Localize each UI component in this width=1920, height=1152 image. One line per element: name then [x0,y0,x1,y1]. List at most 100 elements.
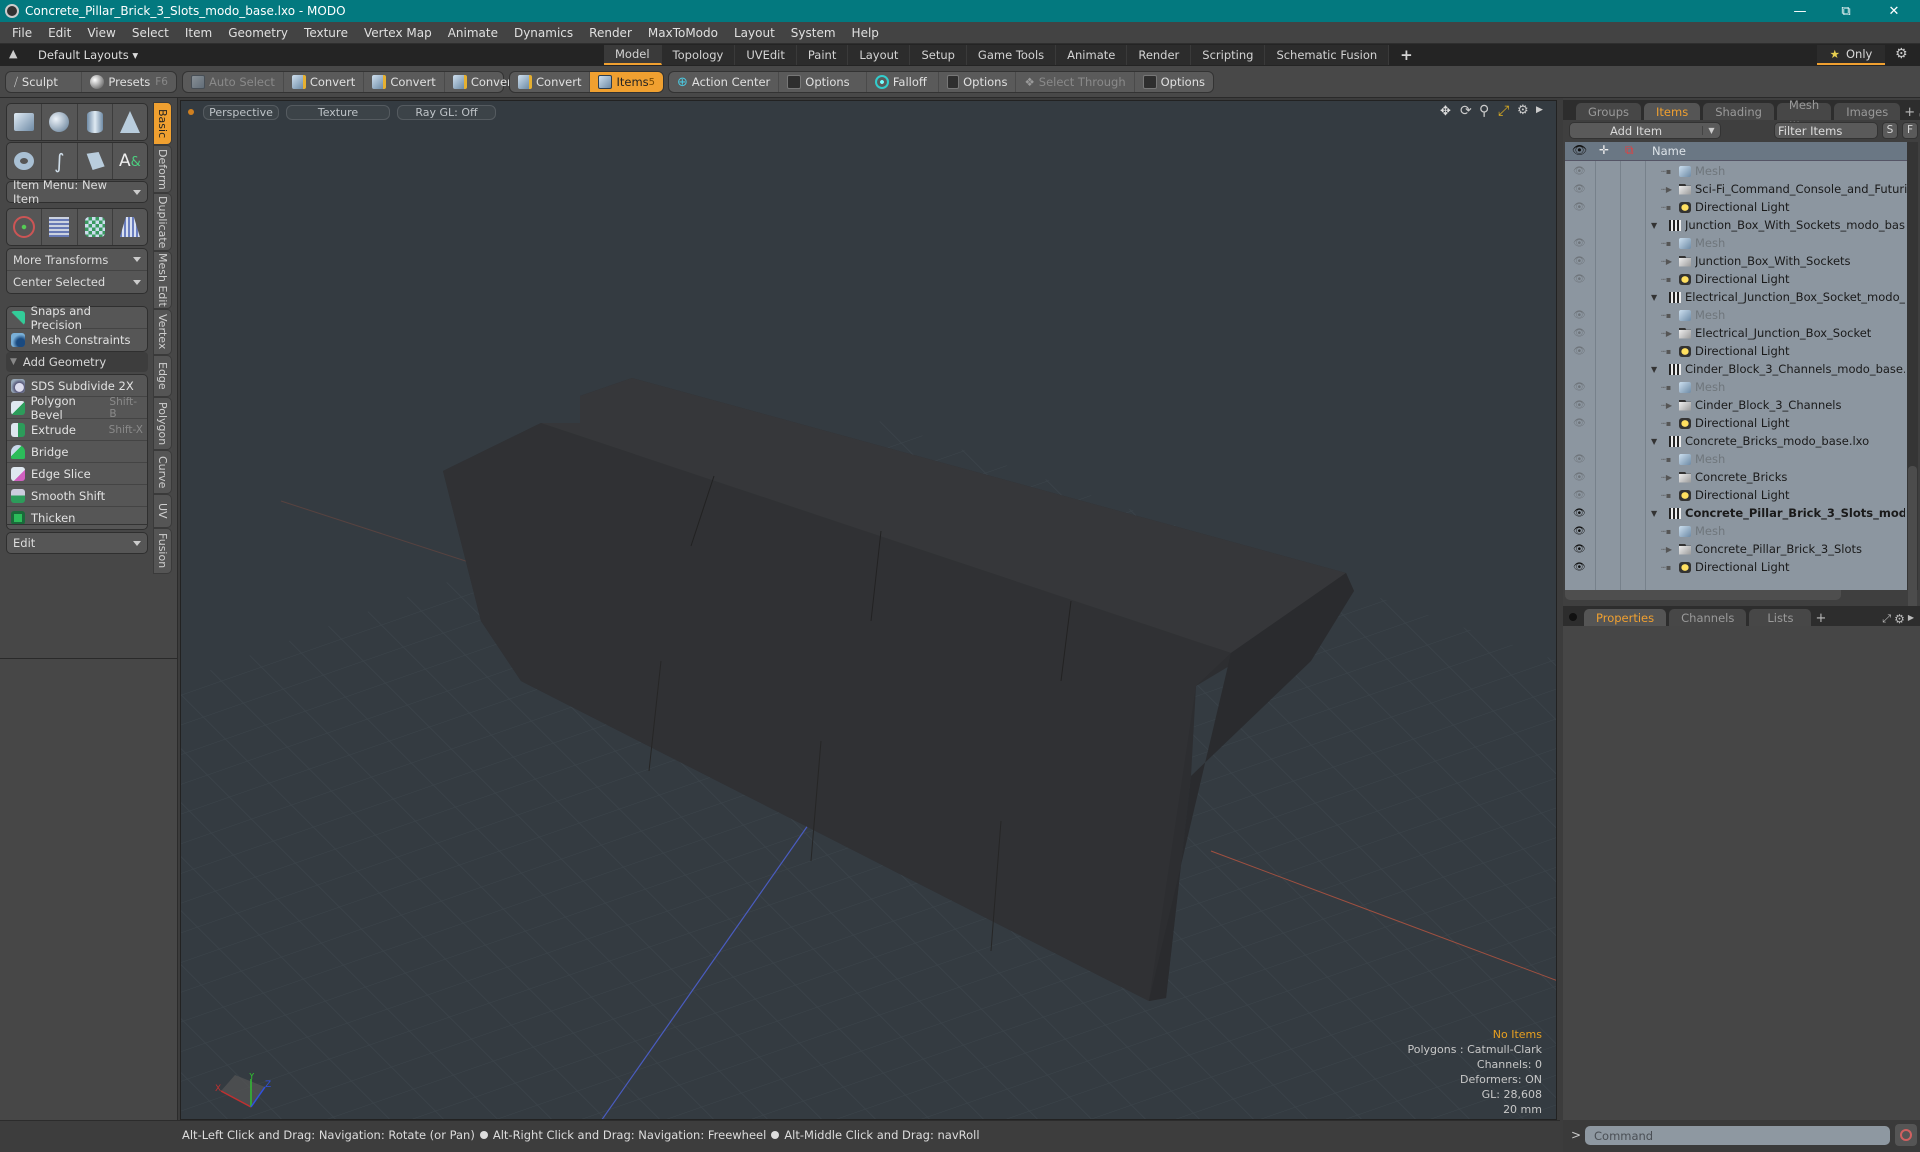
expand-right-icon[interactable]: ┄▶ [1661,185,1672,194]
transform-tool-button[interactable] [7,209,43,245]
gear-icon[interactable]: ⚙ [1895,46,1908,62]
vtab-mesh-edit[interactable]: Mesh Edit [153,251,172,309]
tab-lists[interactable]: Lists [1749,609,1812,626]
f-filter-button[interactable]: F [1902,122,1918,139]
vtab-duplicate[interactable]: Duplicate [153,193,172,251]
command-record-button[interactable] [1895,1124,1917,1146]
visibility-eye-icon[interactable]: 👁 [1573,238,1587,249]
tree-row[interactable]: 👁 ┄▪ Mesh [1565,234,1907,252]
expand-icon[interactable]: ⤢ [1882,612,1891,626]
vtab-curve[interactable]: Curve [153,450,172,494]
visibility-eye-icon[interactable]: 👁 [1573,166,1587,177]
thicken-button[interactable]: Thicken [7,507,147,529]
add-geometry-header[interactable]: ▼ Add Geometry [6,352,148,372]
menu-geometry[interactable]: Geometry [220,26,296,40]
tab-layout[interactable]: Layout [848,45,911,65]
tab-scripting[interactable]: Scripting [1191,45,1266,65]
visibility-eye-icon[interactable]: 👁 [1573,544,1587,555]
tab-channels[interactable]: Channels [1669,609,1747,626]
visibility-eye-icon[interactable]: 👁 [1573,454,1587,465]
visibility-eye-icon[interactable]: 👁 [1573,382,1587,393]
smooth-shift-button[interactable]: Smooth Shift [7,485,147,507]
action-center-options-button[interactable]: Options [779,72,867,92]
menu-help[interactable]: Help [844,26,887,40]
tree-row[interactable]: 👁 ┄▪ Mesh [1565,162,1907,180]
tree-row[interactable]: ▼ Electrical_Junction_Box_Socket_modo_bas… [1565,288,1907,306]
visibility-column-icon[interactable]: 👁 [1572,143,1587,157]
expand-right-icon[interactable]: ▶ [1536,105,1543,115]
lattice-tool-button[interactable] [42,209,78,245]
tree-row[interactable]: 👁 ┄▶ Concrete_Bricks [1565,468,1907,486]
collapse-arrow-icon[interactable]: ▲ [9,47,17,60]
tab-paint[interactable]: Paint [796,45,849,65]
visibility-eye-icon[interactable]: 👁 [1573,184,1587,195]
text-primitive-button[interactable]: A& [113,143,147,179]
tree-row[interactable]: 👁 ┄▪ Directional Light [1565,342,1907,360]
minimize-button[interactable]: — [1777,0,1823,22]
visibility-eye-icon[interactable]: 👁 [1573,472,1587,483]
s-filter-button[interactable]: S [1882,122,1898,139]
expand-right-icon[interactable]: ┄▶ [1661,401,1672,410]
tab-items[interactable]: Items [1644,103,1701,120]
vtab-edge[interactable]: Edge [153,355,172,397]
menu-select[interactable]: Select [124,26,177,40]
more-transforms-dropdown[interactable]: More Transforms [7,249,147,271]
tree-row[interactable]: 👁 ┄▪ Mesh [1565,450,1907,468]
tree-row[interactable]: ▼ Cinder_Block_3_Channels_modo_base.lxo [1565,360,1907,378]
taper-tool-button[interactable] [113,209,147,245]
tree-row[interactable]: 👁 ┄▪ Mesh [1565,306,1907,324]
menu-maxtomodo[interactable]: MaxToModo [640,26,726,40]
tab-uvedit[interactable]: UVEdit [735,45,797,65]
tab-mesh[interactable]: Mesh ... [1776,98,1832,126]
add-layout-tab-button[interactable]: + [1389,45,1424,65]
items-mode-button[interactable]: Items 5 [590,72,664,92]
select-through-button[interactable]: ❖ Select Through [1016,72,1135,92]
torus-primitive-button[interactable] [7,143,43,179]
vtab-uv[interactable]: UV [153,494,172,528]
center-selected-dropdown[interactable]: Center Selected [7,271,147,293]
command-input[interactable]: Command [1585,1126,1890,1145]
collapse-triangle-icon[interactable]: ▼ [1651,365,1657,374]
visibility-eye-icon[interactable]: 👁 [1573,202,1587,213]
tree-row[interactable]: 👁 ┄▪ Directional Light [1565,486,1907,504]
horizontal-scrollbar[interactable] [1565,590,1841,600]
select-through-options-button[interactable]: Options [1135,72,1213,92]
tab-groups[interactable]: Groups [1576,103,1642,120]
zoom-icon[interactable]: ⚲ [1479,103,1489,119]
tab-animate[interactable]: Animate [1056,45,1128,65]
tree-row[interactable]: ▼ Junction_Box_With_Sockets_modo_base.lxo [1565,216,1907,234]
axis-column-icon[interactable]: ⧉ [1625,143,1634,158]
add-tab-icon[interactable]: + [1904,105,1915,120]
tab-render[interactable]: Render [1127,45,1192,65]
mesh-constraints-button[interactable]: Mesh Constraints [7,329,147,351]
menu-vertex-map[interactable]: Vertex Map [356,26,440,40]
vtab-fusion[interactable]: Fusion [153,528,172,574]
scrollbar-thumb[interactable] [1908,466,1917,626]
restore-button[interactable]: ⧉ [1823,0,1869,22]
snaps-precision-button[interactable]: Snaps and Precision [7,304,147,332]
visibility-eye-icon[interactable]: 👁 [1573,508,1587,519]
tree-row[interactable]: 👁 ┄▪ Mesh [1565,378,1907,396]
expand-right-icon[interactable]: ▶ [1908,613,1914,622]
filter-items-input[interactable]: Filter Items [1774,122,1878,139]
menu-file[interactable]: File [0,26,40,40]
visibility-eye-icon[interactable]: 👁 [1573,490,1587,501]
vtab-basic[interactable]: Basic [153,102,172,145]
visibility-eye-icon[interactable]: 👁 [1573,328,1587,339]
menu-item[interactable]: Item [177,26,220,40]
collapse-triangle-icon[interactable]: ▼ [1651,437,1657,446]
tree-row[interactable]: 👁 ┄▪ Directional Light [1565,270,1907,288]
tree-row[interactable]: 👁 ▼ Concrete_Pillar_Brick_3_Slots_mod ... [1565,504,1907,522]
tree-scrollbar[interactable] [1907,142,1918,626]
capsule-primitive-button[interactable]: ∫ [42,143,78,179]
expand-right-icon[interactable]: ┄▶ [1661,545,1672,554]
falloff-button[interactable]: Falloff [867,72,940,92]
tree-row[interactable]: ▼ Concrete_Bricks_modo_base.lxo [1565,432,1907,450]
add-tab-icon[interactable]: + [1815,611,1826,626]
close-button[interactable]: ✕ [1871,0,1917,22]
menu-system[interactable]: System [783,26,844,40]
sculpt-button[interactable]: ⧸ Sculpt [6,72,83,92]
tree-row[interactable]: 👁 ┄▪ Directional Light [1565,414,1907,432]
view-type-button[interactable]: Perspective [203,104,279,120]
collapse-triangle-icon[interactable]: ▼ [1651,293,1657,302]
